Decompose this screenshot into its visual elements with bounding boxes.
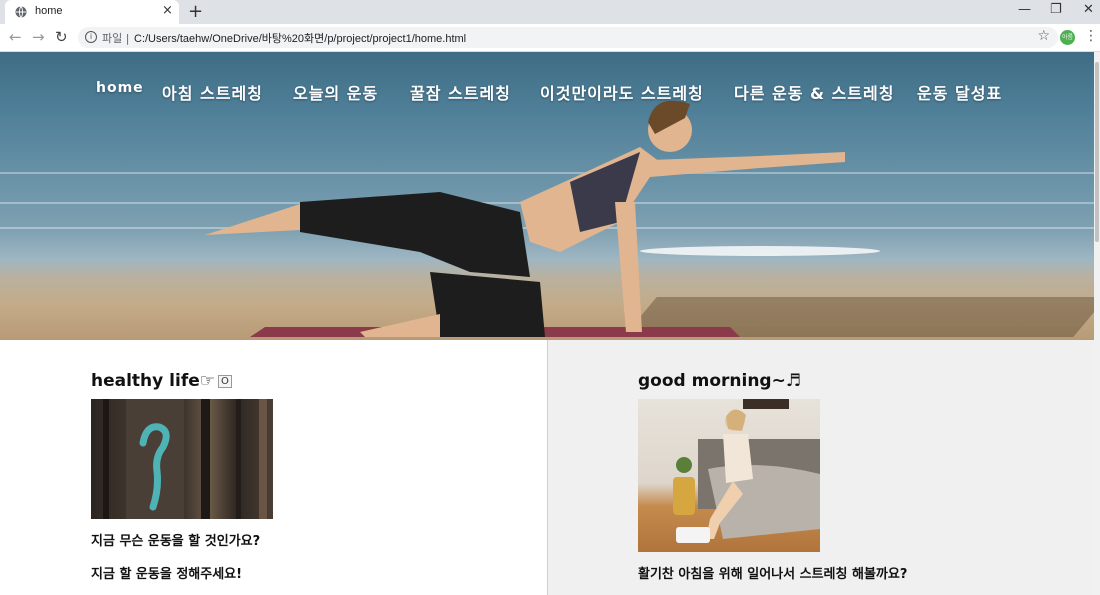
tab-close-icon[interactable]: × xyxy=(162,4,173,18)
nav-item-todays-workout[interactable]: 오늘의 운동 xyxy=(293,80,378,104)
page-scrollbar[interactable] xyxy=(1094,52,1100,595)
profile-avatar[interactable]: 아름 xyxy=(1060,30,1075,45)
nav-item-sleep-stretch[interactable]: 꿀잠 스트레칭 xyxy=(410,80,511,104)
reload-icon[interactable]: ↻ xyxy=(55,28,68,46)
forward-arrow-icon[interactable]: → xyxy=(32,28,45,46)
left-section: healthy life☞ O 지금 무슨 운동을 할 것인가요? 지금 할 운동… xyxy=(0,340,547,595)
scheme-label: 파일 | xyxy=(102,32,130,45)
question-tree-image xyxy=(91,399,273,519)
browser-toolbar: ← → ↻ i 파일 | C:/Users/taehw/OneDrive/바탕%… xyxy=(0,24,1100,52)
minimize-icon[interactable]: — xyxy=(1018,2,1031,18)
nav-item-morning-stretch[interactable]: 아침 스트레칭 xyxy=(162,80,263,104)
nav-item-achievement-chart[interactable]: 운동 달성표 xyxy=(917,80,1002,104)
globe-icon xyxy=(15,6,27,18)
star-icon[interactable]: ☆ xyxy=(1037,28,1050,44)
morning-stretch-image xyxy=(638,399,820,552)
close-icon[interactable]: ✕ xyxy=(1083,2,1094,18)
page-viewport: home 아침 스트레칭 오늘의 운동 꿀잠 스트레칭 이것만이라도 스트레칭 … xyxy=(0,52,1094,595)
restore-icon[interactable]: ❐ xyxy=(1050,2,1062,18)
back-arrow-icon[interactable]: ← xyxy=(9,28,22,46)
left-caption-1: 지금 무슨 운동을 할 것인가요? xyxy=(91,534,261,549)
right-heading: good morning~♬ xyxy=(638,371,802,391)
address-bar[interactable]: i 파일 | C:/Users/taehw/OneDrive/바탕%20화면/p… xyxy=(78,27,1058,48)
right-caption-1: 활기찬 아침을 위해 일어나서 스트레칭 해볼까요? xyxy=(638,567,908,582)
nav-item-essential-stretch[interactable]: 이것만이라도 스트레칭 xyxy=(540,80,704,104)
info-icon[interactable]: i xyxy=(85,31,97,43)
tab-title: home xyxy=(35,5,63,17)
left-caption-2: 지금 할 운동을 정해주세요! xyxy=(91,567,243,582)
nav-item-other-exercise[interactable]: 다른 운동 & 스트레칭 xyxy=(734,80,894,104)
hero-image: home 아침 스트레칭 오늘의 운동 꿀잠 스트레칭 이것만이라도 스트레칭 … xyxy=(0,52,1094,340)
scrollbar-thumb[interactable] xyxy=(1095,62,1099,242)
nav-item-home[interactable]: home xyxy=(96,80,144,96)
left-heading-badge: O xyxy=(217,374,232,388)
left-heading-text: healthy life☞ xyxy=(91,371,215,391)
url-text[interactable]: C:/Users/taehw/OneDrive/바탕%20화면/p/projec… xyxy=(134,30,466,46)
main-nav: home 아침 스트레칭 오늘의 운동 꿀잠 스트레칭 이것만이라도 스트레칭 … xyxy=(0,80,1094,104)
right-section: good morning~♬ 활기찬 아침을 위해 일어나서 스트레칭 해볼까요… xyxy=(548,340,1094,595)
browser-tab[interactable]: home × xyxy=(5,0,179,24)
left-heading: healthy life☞ O xyxy=(91,371,232,391)
new-tab-button[interactable]: + xyxy=(188,2,203,22)
tab-strip: home × + — ❐ ✕ xyxy=(0,0,1100,24)
menu-icon[interactable]: ⋮ xyxy=(1084,28,1098,44)
